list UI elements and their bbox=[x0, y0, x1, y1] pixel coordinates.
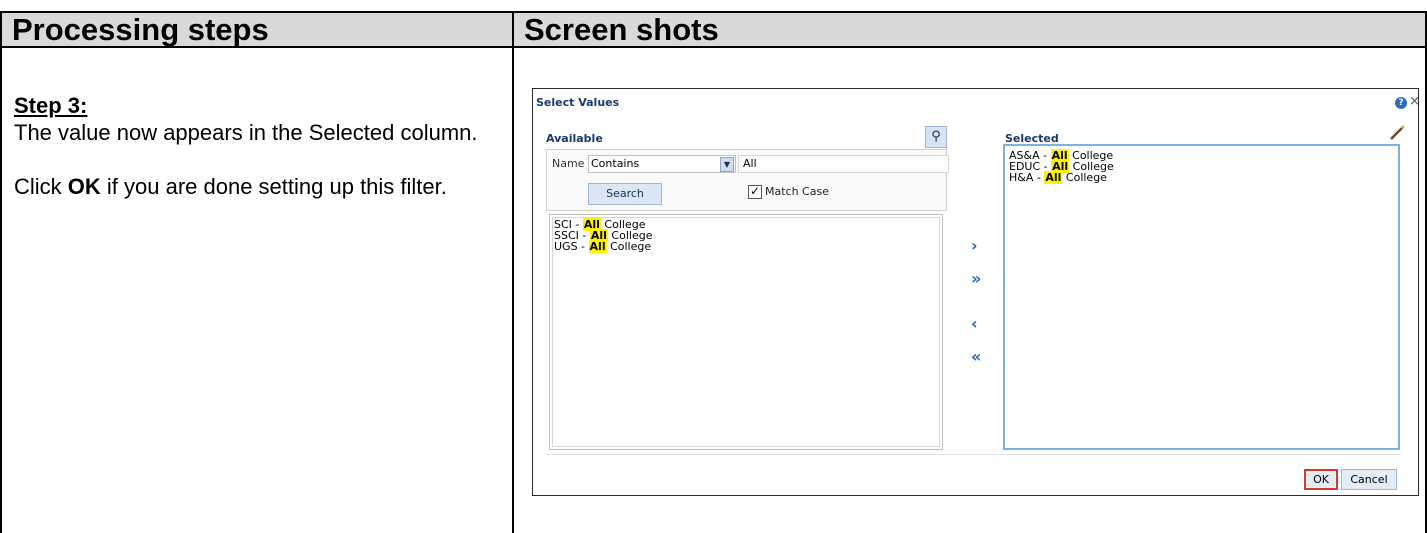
select-values-dialog: Select Values ? × Available ⚲ Name Conta… bbox=[532, 88, 1420, 496]
filter-value-input[interactable]: All bbox=[738, 155, 949, 173]
selected-list[interactable]: AS&A - All College EDUC - All College H&… bbox=[1003, 144, 1400, 450]
operator-select[interactable]: Contains ▼ bbox=[588, 155, 736, 173]
available-list[interactable]: SCI - All College SSCI - All College UGS… bbox=[549, 214, 943, 450]
column-divider bbox=[512, 11, 514, 533]
move-all-right-icon[interactable]: » bbox=[971, 269, 981, 288]
instruction-line-2: Click OK if you are done setting up this… bbox=[14, 174, 447, 199]
move-all-left-icon[interactable]: « bbox=[971, 347, 981, 366]
available-label: Available bbox=[546, 132, 603, 145]
table-left-border bbox=[0, 11, 2, 533]
close-icon[interactable]: × bbox=[1409, 94, 1420, 109]
move-left-icon[interactable]: ‹ bbox=[971, 314, 978, 333]
step-title: Step 3: bbox=[14, 93, 88, 118]
binoculars-icon[interactable]: ⚲ bbox=[925, 126, 947, 148]
header-screen-shots: Screen shots bbox=[514, 11, 1427, 48]
help-icon[interactable]: ? bbox=[1395, 97, 1407, 109]
list-item[interactable]: UGS - All College bbox=[554, 240, 938, 253]
chevron-down-icon[interactable]: ▼ bbox=[720, 157, 734, 172]
name-label: Name bbox=[552, 157, 585, 170]
ok-button[interactable]: OK bbox=[1304, 469, 1338, 490]
instructions: Step 3: The value now appears in the Sel… bbox=[14, 92, 494, 200]
search-button[interactable]: Search bbox=[588, 183, 662, 205]
divider bbox=[546, 454, 1401, 455]
move-right-icon[interactable]: › bbox=[971, 236, 978, 255]
operator-value: Contains bbox=[591, 157, 640, 170]
header-processing-steps: Processing steps bbox=[0, 11, 514, 48]
match-case-checkbox[interactable]: ✓ bbox=[748, 185, 762, 199]
filter-panel: Name Contains ▼ All Search ✓ Match Case bbox=[546, 149, 949, 211]
pencil-icon[interactable] bbox=[1389, 125, 1405, 141]
dialog-title: Select Values bbox=[536, 96, 620, 109]
instruction-line-1: The value now appears in the Selected co… bbox=[14, 120, 478, 145]
cancel-button[interactable]: Cancel bbox=[1341, 469, 1397, 490]
list-item[interactable]: H&A - All College bbox=[1009, 171, 1394, 184]
match-case-label: Match Case bbox=[765, 185, 829, 198]
